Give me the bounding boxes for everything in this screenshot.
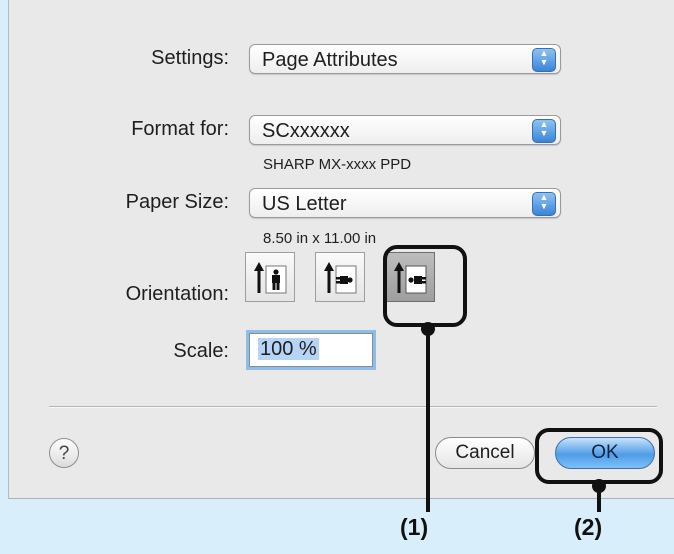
callout-leader-2 — [597, 486, 601, 498]
orientation-label: Orientation: — [125, 283, 229, 305]
help-button[interactable]: ? — [49, 438, 79, 468]
paper-dimensions: 8.50 in x 11.00 in — [263, 230, 377, 247]
callout-label-1: (1) — [400, 514, 429, 540]
settings-popup[interactable]: Page Attributes ▲ ▼ — [249, 44, 561, 74]
format-for-value: SCxxxxxx — [262, 120, 350, 142]
callout-label-2: (2) — [574, 514, 603, 540]
callout-leader-1-tail — [426, 498, 430, 512]
settings-label: Settings: — [151, 47, 229, 69]
scale-label: Scale: — [173, 340, 229, 362]
scale-input[interactable]: 100 % — [249, 333, 373, 367]
callout-box-2 — [535, 428, 663, 484]
callout-leader-2-tail — [597, 498, 601, 512]
callout-leader-1 — [426, 330, 430, 498]
orientation-landscape-left-button[interactable] — [315, 252, 365, 302]
cancel-button[interactable]: Cancel — [435, 437, 535, 469]
popup-arrows-icon: ▲ ▼ — [532, 119, 556, 143]
printer-description: SHARP MX-xxxx PPD — [263, 156, 412, 173]
orientation-portrait-button[interactable] — [245, 252, 295, 302]
page-setup-dialog: Settings: Page Attributes ▲ ▼ Format for:… — [8, 0, 674, 499]
scale-value: 100 % — [258, 338, 319, 360]
popup-arrows-icon: ▲ ▼ — [532, 192, 556, 216]
separator — [49, 406, 657, 408]
format-for-label: Format for: — [131, 118, 229, 140]
paper-size-label: Paper Size: — [125, 191, 229, 213]
callout-box-1 — [383, 245, 467, 327]
format-for-popup[interactable]: SCxxxxxx ▲ ▼ — [249, 115, 561, 145]
paper-size-value: US Letter — [262, 193, 347, 215]
paper-size-popup[interactable]: US Letter ▲ ▼ — [249, 188, 561, 218]
settings-value: Page Attributes — [262, 49, 398, 71]
landscape-left-orientation-icon — [324, 262, 357, 294]
portrait-orientation-icon — [254, 262, 287, 294]
popup-arrows-icon: ▲ ▼ — [532, 48, 556, 72]
